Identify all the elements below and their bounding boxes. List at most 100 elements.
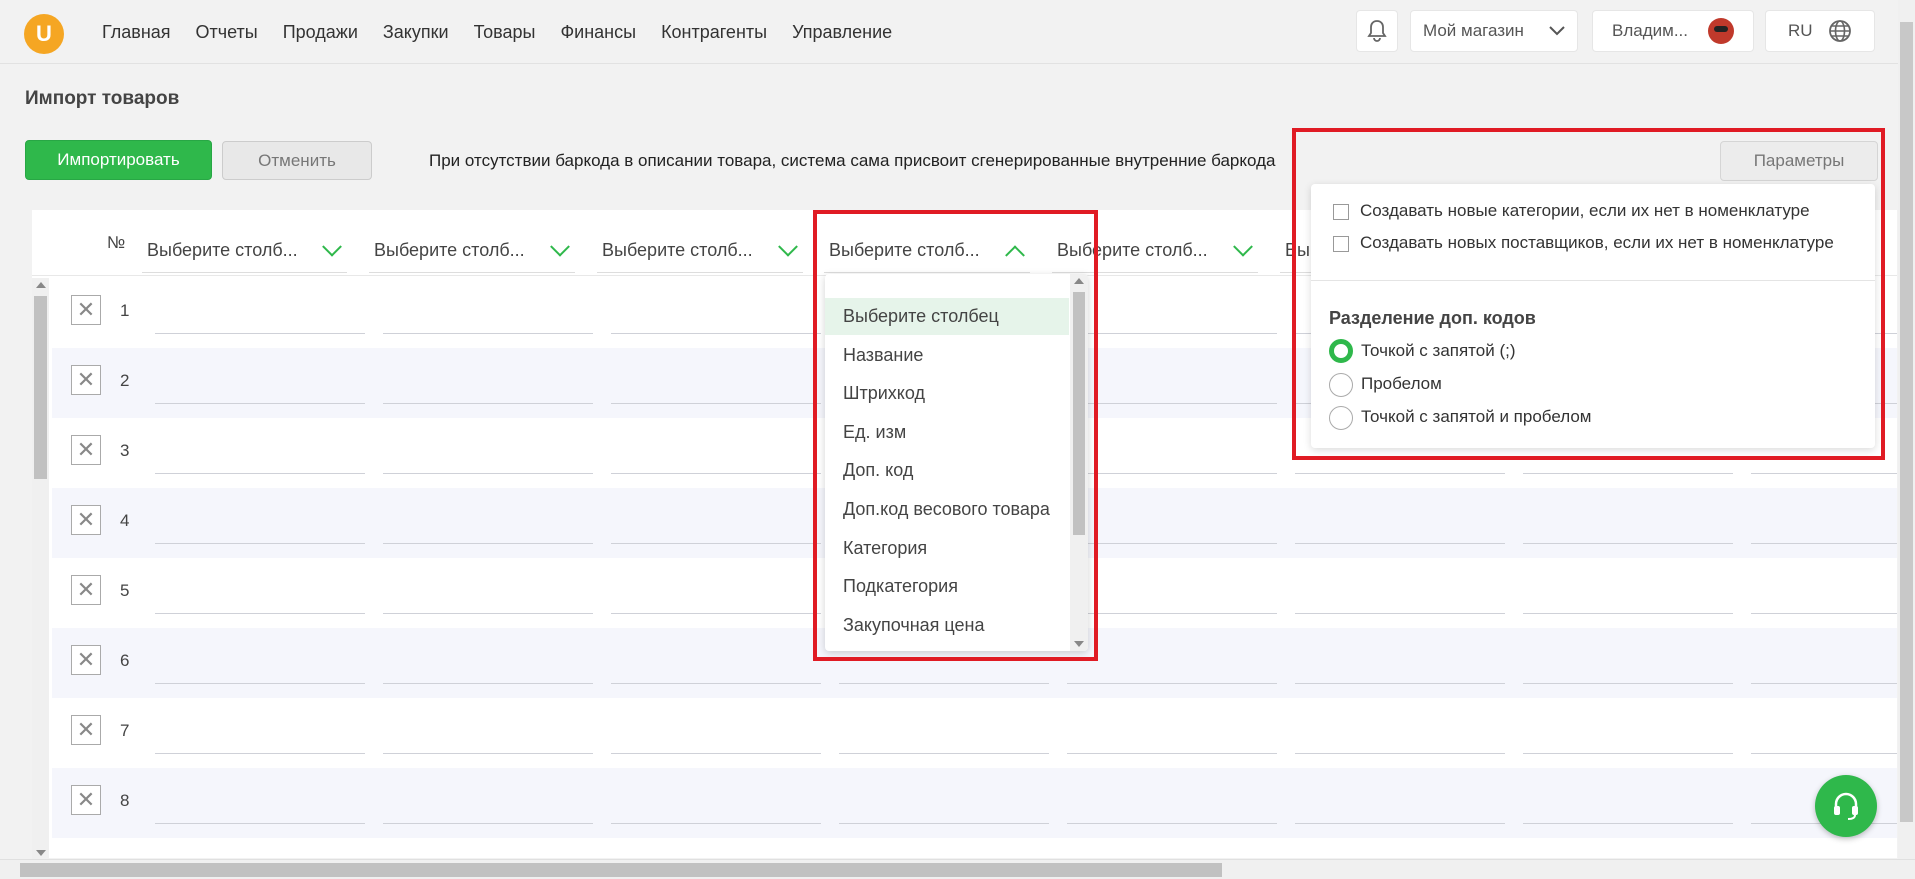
parameters-button[interactable]: Параметры bbox=[1720, 141, 1878, 181]
scroll-up-icon[interactable] bbox=[36, 282, 46, 288]
chevron-down-icon bbox=[1549, 26, 1565, 36]
row-number: 5 bbox=[120, 581, 130, 600]
logo-letter: U bbox=[36, 21, 52, 46]
column-select-2[interactable]: Выберите столб... bbox=[369, 229, 575, 273]
app-logo[interactable]: U bbox=[24, 14, 64, 54]
store-selector[interactable]: Мой магазин bbox=[1410, 10, 1578, 52]
column-select-1[interactable]: Выберите столб... bbox=[142, 229, 347, 273]
dropdown-scrollbar[interactable] bbox=[1070, 274, 1088, 651]
dropdown-option[interactable]: Подкатегория bbox=[825, 568, 1069, 605]
user-name: Владим... bbox=[1612, 21, 1688, 40]
remove-row-button[interactable]: ✕ bbox=[71, 645, 101, 675]
remove-row-button[interactable]: ✕ bbox=[71, 295, 101, 325]
dropdown-option[interactable]: Штрихкод bbox=[825, 375, 1069, 412]
notifications-button[interactable] bbox=[1356, 10, 1398, 52]
page-title: Импорт товаров bbox=[25, 88, 180, 109]
nav-item-management[interactable]: Управление bbox=[792, 22, 892, 43]
nav-item-purchases[interactable]: Закупки bbox=[383, 22, 449, 43]
close-icon: ✕ bbox=[76, 367, 96, 392]
table-row: ✕ 7 bbox=[52, 698, 1897, 768]
close-icon: ✕ bbox=[76, 717, 96, 742]
code-separator-title: Разделение доп. кодов bbox=[1329, 308, 1536, 328]
scrollbar-thumb[interactable] bbox=[20, 863, 1222, 877]
column-select-5[interactable]: Выберите столб... bbox=[1052, 229, 1258, 273]
scroll-down-icon[interactable] bbox=[36, 850, 46, 856]
page-vertical-scrollbar[interactable] bbox=[1898, 0, 1915, 859]
close-icon: ✕ bbox=[76, 297, 96, 322]
close-icon: ✕ bbox=[76, 437, 96, 462]
column-select-label: Выберите столб... bbox=[147, 240, 298, 260]
dropdown-option[interactable]: Название bbox=[825, 337, 1069, 374]
support-chat-button[interactable] bbox=[1815, 775, 1877, 837]
dropdown-option[interactable]: Закупочная цена bbox=[825, 607, 1069, 644]
nav-item-sales[interactable]: Продажи bbox=[283, 22, 358, 43]
scroll-up-icon[interactable] bbox=[1074, 278, 1084, 284]
cancel-button[interactable]: Отменить bbox=[222, 141, 372, 180]
globe-icon bbox=[1829, 20, 1851, 42]
radio-semicolon-space[interactable] bbox=[1329, 406, 1353, 430]
nav-item-products[interactable]: Товары bbox=[474, 22, 536, 43]
column-select-3[interactable]: Выберите столб... bbox=[597, 229, 803, 273]
parameters-panel: Создавать новые категории, если их нет в… bbox=[1311, 184, 1875, 448]
remove-row-button[interactable]: ✕ bbox=[71, 365, 101, 395]
close-icon: ✕ bbox=[76, 577, 96, 602]
remove-row-button[interactable]: ✕ bbox=[71, 575, 101, 605]
user-menu[interactable]: Владим... bbox=[1592, 10, 1754, 52]
radio-semicolon-label: Точкой с запятой (;) bbox=[1361, 341, 1516, 360]
create-suppliers-checkbox[interactable] bbox=[1333, 236, 1349, 252]
dropdown-option[interactable]: Категория bbox=[825, 530, 1069, 567]
nav-item-finance[interactable]: Финансы bbox=[560, 22, 636, 43]
column-select-4[interactable]: Выберите столб... bbox=[824, 229, 1030, 273]
create-categories-label: Создавать новые категории, если их нет в… bbox=[1360, 201, 1810, 220]
table-vertical-scrollbar[interactable] bbox=[32, 278, 49, 860]
row-number: 6 bbox=[120, 651, 130, 670]
remove-row-button[interactable]: ✕ bbox=[71, 785, 101, 815]
scrollbar-thumb[interactable] bbox=[1073, 292, 1085, 535]
barcode-notice: При отсутствии баркода в описании товара… bbox=[429, 151, 1276, 170]
chevron-down-icon bbox=[1233, 236, 1253, 257]
row-number: 2 bbox=[120, 371, 130, 390]
close-icon: ✕ bbox=[76, 507, 96, 532]
remove-row-button[interactable]: ✕ bbox=[71, 505, 101, 535]
radio-semicolon-space-label: Точкой с запятой и пробелом bbox=[1361, 407, 1592, 426]
nav-item-counterparties[interactable]: Контрагенты bbox=[661, 22, 767, 43]
column-select-label: Выберите столб... bbox=[602, 240, 753, 260]
nav-item-reports[interactable]: Отчеты bbox=[196, 22, 258, 43]
column-select-label: Выберите столб... bbox=[374, 240, 525, 260]
horizontal-scrollbar[interactable] bbox=[0, 859, 1915, 879]
main-nav: Главная Отчеты Продажи Закупки Товары Фи… bbox=[102, 22, 892, 43]
bell-icon bbox=[1367, 20, 1387, 42]
radio-space[interactable] bbox=[1329, 373, 1353, 397]
remove-row-button[interactable]: ✕ bbox=[71, 435, 101, 465]
nav-item-home[interactable]: Главная bbox=[102, 22, 171, 43]
headset-icon bbox=[1834, 792, 1858, 820]
dropdown-option[interactable]: Ед. изм bbox=[825, 414, 1069, 451]
column-dropdown-menu: Выберите столбец Название Штрихкод Ед. и… bbox=[825, 274, 1088, 651]
scroll-down-icon[interactable] bbox=[1074, 641, 1084, 647]
row-number: 8 bbox=[120, 791, 130, 810]
radio-semicolon[interactable] bbox=[1329, 339, 1353, 363]
dropdown-option[interactable]: Доп.код весового товара bbox=[825, 491, 1069, 528]
column-select-label: Выберите столб... bbox=[829, 240, 980, 260]
radio-space-label: Пробелом bbox=[1361, 374, 1442, 393]
divider bbox=[1311, 280, 1875, 281]
number-column-header: № bbox=[107, 233, 126, 252]
language-selector[interactable]: RU bbox=[1765, 10, 1875, 52]
row-number: 3 bbox=[120, 441, 130, 460]
remove-row-button[interactable]: ✕ bbox=[71, 715, 101, 745]
column-select-label: Выберите столб... bbox=[1057, 240, 1208, 260]
scrollbar-thumb[interactable] bbox=[34, 296, 47, 479]
create-suppliers-label: Создавать новых поставщиков, если их нет… bbox=[1360, 233, 1834, 252]
dropdown-option[interactable]: Выберите столбец bbox=[825, 298, 1069, 335]
store-name: Мой магазин bbox=[1423, 21, 1524, 40]
chevron-down-icon bbox=[778, 236, 798, 257]
create-categories-checkbox[interactable] bbox=[1333, 204, 1349, 220]
close-icon: ✕ bbox=[76, 787, 96, 812]
language-code: RU bbox=[1788, 21, 1813, 40]
chevron-down-icon bbox=[322, 236, 342, 257]
close-icon: ✕ bbox=[76, 647, 96, 672]
import-button[interactable]: Импортировать bbox=[25, 140, 212, 180]
scrollbar-thumb[interactable] bbox=[1900, 22, 1913, 822]
table-row: ✕ 8 bbox=[52, 768, 1897, 838]
dropdown-option[interactable]: Доп. код bbox=[825, 452, 1069, 489]
